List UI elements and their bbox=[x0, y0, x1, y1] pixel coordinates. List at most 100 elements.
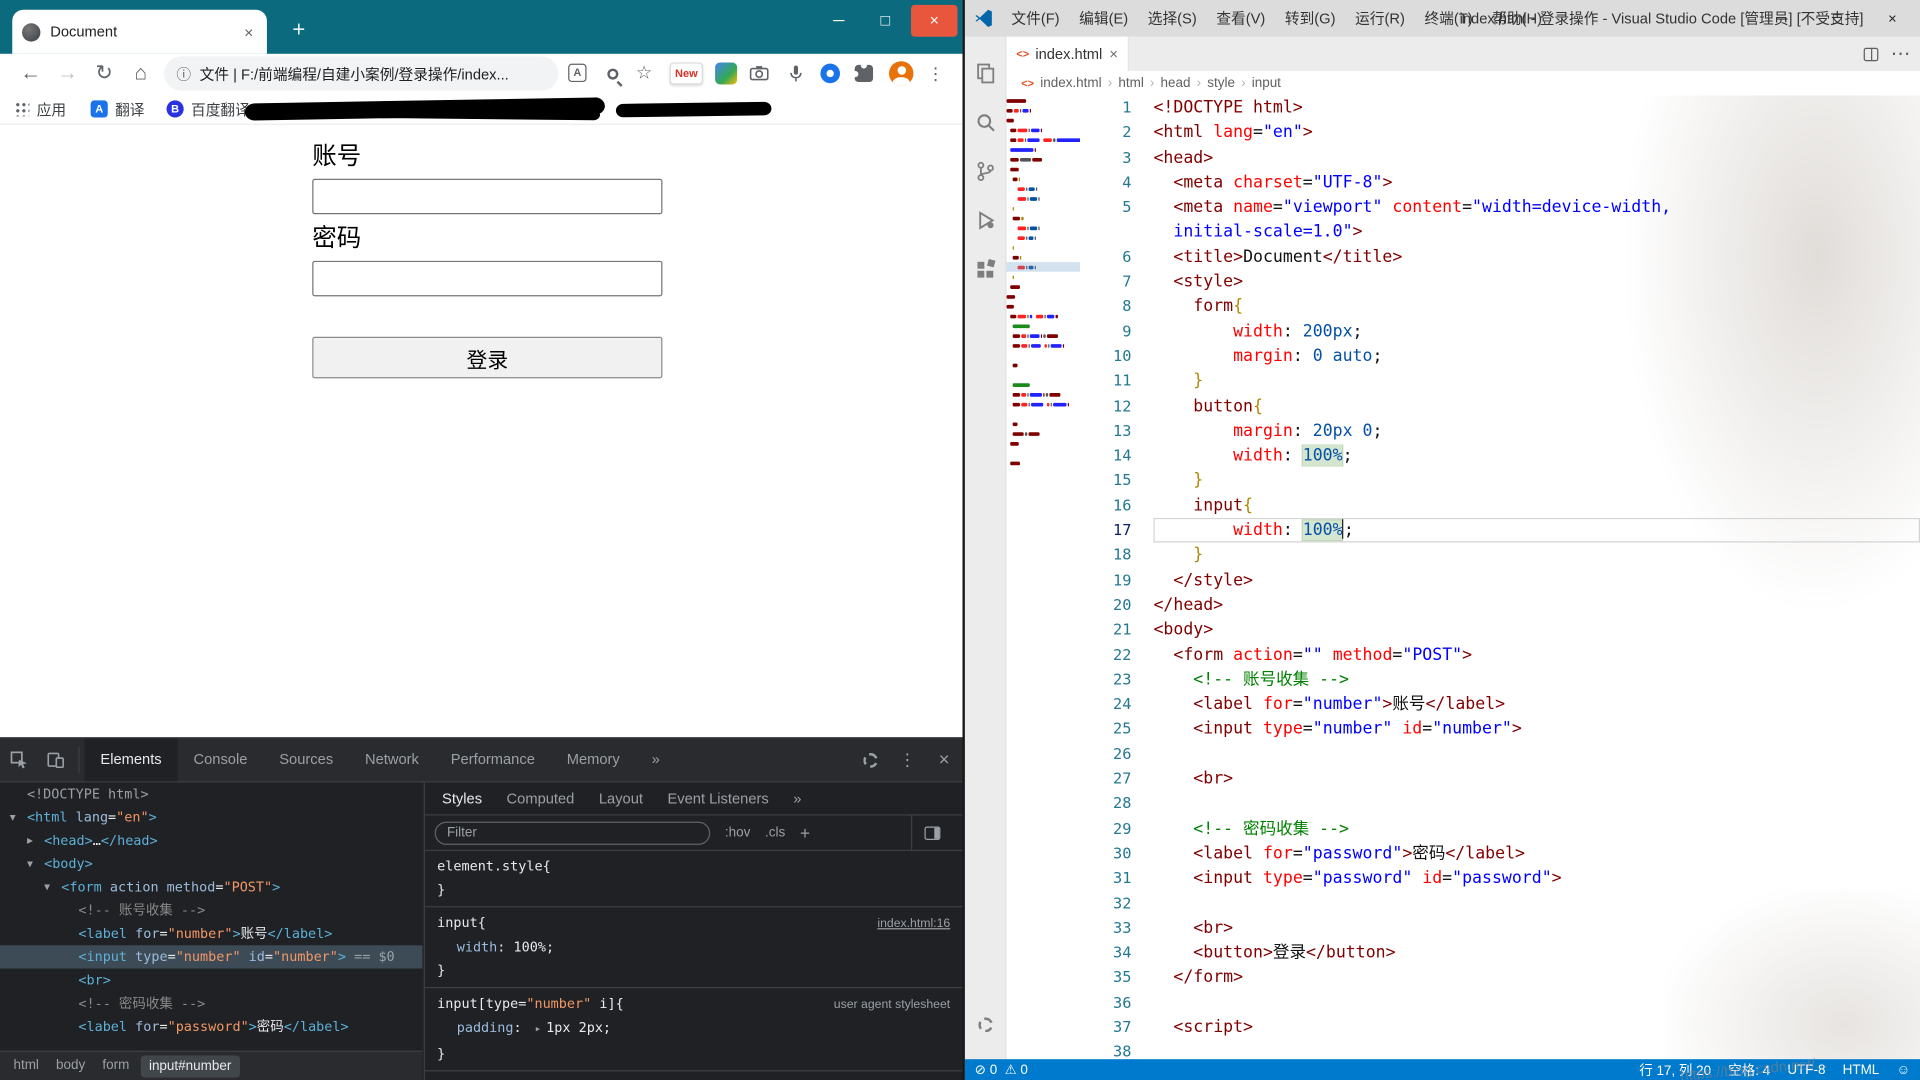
back-icon[interactable]: ← bbox=[15, 54, 47, 93]
settings-gear-icon[interactable] bbox=[965, 1000, 1006, 1049]
vscode-minimize-button[interactable]: ─ bbox=[1755, 0, 1810, 37]
new-style-rule-button[interactable]: + bbox=[800, 823, 810, 843]
code-line[interactable]: 38 bbox=[1082, 1040, 1920, 1059]
code-line[interactable]: 8 form{ bbox=[1082, 294, 1920, 319]
menu-item[interactable]: 运行(R) bbox=[1345, 0, 1414, 37]
breadcrumb-item[interactable]: style bbox=[1207, 76, 1235, 91]
devtools-tab-network[interactable]: Network bbox=[349, 738, 435, 781]
devtools-tab-sources[interactable]: Sources bbox=[263, 738, 349, 781]
code-line[interactable]: 29 <!-- 密码收集 --> bbox=[1082, 816, 1920, 841]
expand-arrow-icon[interactable]: ▼ bbox=[27, 852, 33, 875]
explorer-icon[interactable] bbox=[965, 49, 1006, 98]
code-line[interactable]: 1 <!DOCTYPE html> bbox=[1082, 96, 1920, 121]
dom-breadcrumb-item[interactable]: input#number bbox=[140, 1054, 240, 1077]
breadcrumb-item[interactable]: html bbox=[1118, 76, 1143, 91]
login-button[interactable]: 登录 bbox=[312, 336, 663, 379]
extension-mic-icon[interactable] bbox=[784, 54, 808, 93]
password-input[interactable] bbox=[312, 260, 663, 297]
code-line[interactable]: 28 bbox=[1082, 791, 1920, 816]
menu-item[interactable]: 编辑(E) bbox=[1069, 0, 1138, 37]
browser-close-button[interactable]: × bbox=[911, 4, 958, 37]
styles-tab-event-listeners[interactable]: Event Listeners bbox=[655, 782, 781, 814]
split-editor-icon[interactable] bbox=[1863, 47, 1879, 61]
breadcrumb-item[interactable]: index.html bbox=[1040, 76, 1101, 91]
extensions-puzzle-icon[interactable] bbox=[852, 62, 874, 83]
code-line[interactable]: 9 width: 200px; bbox=[1082, 319, 1920, 344]
tab-close-icon[interactable]: × bbox=[240, 23, 257, 41]
code-line[interactable]: 20 </head> bbox=[1082, 593, 1920, 618]
inspect-element-icon[interactable] bbox=[0, 738, 37, 781]
code-line[interactable]: 11 } bbox=[1082, 369, 1920, 394]
toggle-hover-button[interactable]: :hov bbox=[725, 825, 750, 840]
breadcrumb-item[interactable]: head bbox=[1161, 76, 1191, 91]
devtools-kebab-icon[interactable]: ⋮ bbox=[889, 738, 926, 781]
errors-icon[interactable]: ⊘ 0 bbox=[975, 1062, 998, 1078]
dom-tree-row[interactable]: ▼ <html lang="en"> bbox=[0, 806, 422, 829]
code-line[interactable]: 27 <br> bbox=[1082, 767, 1920, 792]
dom-tree-row[interactable]: <label for="password">密码</label> bbox=[0, 1015, 422, 1038]
devtools-tab-console[interactable]: Console bbox=[178, 738, 264, 781]
styles-filter-input[interactable] bbox=[434, 821, 711, 845]
css-declaration[interactable]: width: 100%; bbox=[425, 936, 963, 959]
status-item[interactable]: 行 17, 列 20 bbox=[1639, 1060, 1711, 1080]
browser-minimize-button[interactable]: ─ bbox=[816, 5, 863, 37]
dock-side-icon[interactable] bbox=[911, 815, 953, 850]
code-line[interactable]: 24 <label for="number">账号</label> bbox=[1082, 692, 1920, 717]
expand-arrow-icon[interactable]: ▼ bbox=[44, 876, 50, 899]
vscode-close-button[interactable]: × bbox=[1865, 0, 1920, 37]
extension-new-icon[interactable]: New bbox=[669, 62, 703, 85]
styles-tab-computed[interactable]: Computed bbox=[494, 782, 586, 814]
status-item[interactable]: UTF-8 bbox=[1787, 1062, 1825, 1077]
dom-breadcrumb-item[interactable]: html bbox=[5, 1052, 48, 1080]
devtools-tab-memory[interactable]: Memory bbox=[551, 738, 636, 781]
code-line[interactable]: 25 <input type="number" id="number"> bbox=[1082, 717, 1920, 742]
code-line[interactable]: 6 <title>Document</title> bbox=[1082, 245, 1920, 270]
minimap[interactable] bbox=[1006, 95, 1080, 1060]
status-item[interactable]: 空格: 4 bbox=[1728, 1060, 1770, 1080]
styles-more-tabs-icon[interactable]: » bbox=[781, 782, 814, 814]
home-icon[interactable]: ⌂ bbox=[125, 54, 157, 93]
code-line[interactable]: 16 input{ bbox=[1082, 493, 1920, 518]
bookmark-apps[interactable]: 应用 bbox=[14, 93, 66, 125]
code-line[interactable]: 22 <form action="" method="POST"> bbox=[1082, 642, 1920, 667]
styles-tab-layout[interactable]: Layout bbox=[587, 782, 656, 814]
zoom-icon[interactable] bbox=[599, 54, 626, 93]
editor-more-actions-icon[interactable]: ⋯ bbox=[1891, 42, 1911, 66]
code-line[interactable]: 5 <meta name="viewport" content="width=d… bbox=[1082, 195, 1920, 220]
code-line[interactable]: 37 <script> bbox=[1082, 1015, 1920, 1040]
account-input[interactable] bbox=[312, 178, 663, 215]
menu-item[interactable]: 文件(F) bbox=[1002, 0, 1070, 37]
code-line[interactable]: 26 bbox=[1082, 742, 1920, 767]
warnings-icon[interactable]: ⚠ 0 bbox=[1005, 1062, 1028, 1078]
browser-maximize-button[interactable]: □ bbox=[862, 5, 909, 37]
code-line[interactable]: 30 <label for="password">密码</label> bbox=[1082, 841, 1920, 866]
translate-icon[interactable]: A bbox=[568, 63, 587, 83]
code-line[interactable]: 35 </form> bbox=[1082, 965, 1920, 990]
bookmark-star-icon[interactable]: ☆ bbox=[631, 54, 658, 93]
css-selector[interactable]: input[type="number" i] bbox=[437, 992, 615, 1015]
code-line[interactable]: 18 } bbox=[1082, 543, 1920, 568]
browser-tab[interactable]: Document × bbox=[12, 9, 267, 54]
dom-tree-row[interactable]: <label for="number">账号</label> bbox=[0, 922, 422, 945]
css-selector[interactable]: input bbox=[437, 1075, 478, 1080]
dom-tree-row[interactable]: ▼ <form action method="POST"> bbox=[0, 876, 422, 899]
search-icon[interactable] bbox=[965, 98, 1006, 147]
expand-shorthand-icon[interactable]: ▸ bbox=[535, 1024, 542, 1036]
dom-tree-row[interactable]: <!DOCTYPE html> bbox=[0, 782, 422, 805]
code-line[interactable]: 12 button{ bbox=[1082, 394, 1920, 419]
run-debug-icon[interactable] bbox=[965, 196, 1006, 245]
code-line[interactable]: 19 </style> bbox=[1082, 568, 1920, 593]
browser-menu-kebab-icon[interactable]: ⋮ bbox=[923, 54, 947, 93]
new-tab-button[interactable]: + bbox=[284, 16, 313, 45]
reload-icon[interactable]: ↻ bbox=[88, 54, 120, 93]
forward-icon[interactable]: → bbox=[51, 54, 83, 93]
dom-breadcrumb-item[interactable]: form bbox=[94, 1052, 138, 1080]
devtools-settings-gear-icon[interactable] bbox=[852, 738, 889, 781]
dom-tree-row[interactable]: ▶ <head>…</head> bbox=[0, 829, 422, 852]
code-line[interactable]: 33 <br> bbox=[1082, 916, 1920, 941]
dom-tree-row[interactable]: ▼ <body> bbox=[0, 852, 422, 875]
toggle-class-button[interactable]: .cls bbox=[765, 825, 785, 840]
code-line[interactable]: initial-scale=1.0"> bbox=[1082, 220, 1920, 245]
extension-photo-icon[interactable] bbox=[715, 62, 738, 85]
dom-breadcrumb-item[interactable]: body bbox=[47, 1052, 93, 1080]
